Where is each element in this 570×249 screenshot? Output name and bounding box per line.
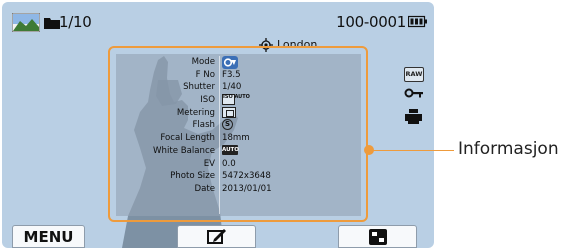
info-value: 5472x3648 bbox=[222, 171, 271, 182]
landscape-thumbnail-icon bbox=[12, 13, 40, 32]
info-value bbox=[222, 56, 238, 70]
info-value bbox=[222, 106, 236, 120]
flash-icon: S bbox=[222, 119, 233, 131]
info-label: Mode bbox=[191, 57, 215, 67]
info-value: 2013/01/01 bbox=[222, 183, 272, 194]
edit-button[interactable] bbox=[177, 225, 256, 248]
folder-icon bbox=[44, 18, 60, 29]
smart-auto-mode-icon bbox=[222, 56, 238, 69]
info-row-mode: Mode bbox=[116, 56, 361, 69]
print-icon bbox=[405, 109, 422, 124]
info-label: Shutter bbox=[183, 82, 215, 93]
callout-line bbox=[372, 150, 454, 151]
menu-button[interactable]: MENU bbox=[12, 225, 85, 248]
info-label: Photo Size bbox=[170, 171, 215, 182]
info-label: Flash bbox=[192, 120, 215, 131]
edit-icon bbox=[206, 229, 226, 244]
info-row-ev: EV 0.0 bbox=[116, 158, 361, 171]
raw-icon: RAW bbox=[404, 67, 424, 82]
file-number: 100-0001 bbox=[336, 13, 406, 31]
info-row-white-balance: White Balance AUTO bbox=[116, 145, 361, 158]
battery-icon bbox=[408, 15, 427, 28]
info-row-fno: F No F3.5 bbox=[116, 69, 361, 82]
info-row-date: Date 2013/01/01 bbox=[116, 183, 361, 196]
view-mode-button[interactable] bbox=[338, 225, 417, 248]
metering-icon bbox=[222, 106, 236, 118]
info-value: 0.0 bbox=[222, 158, 236, 169]
info-label: White Balance bbox=[153, 145, 215, 156]
iso-auto-icon: ISO AUTO bbox=[222, 94, 250, 106]
info-row-flash: Flash S bbox=[116, 119, 361, 132]
info-value: AUTO bbox=[222, 145, 239, 158]
info-label: EV bbox=[203, 158, 215, 169]
info-value: 1/40 bbox=[222, 82, 242, 93]
protect-key-icon bbox=[404, 88, 423, 98]
info-value: ISO AUTO bbox=[222, 94, 250, 107]
info-row-shutter: Shutter 1/40 bbox=[116, 81, 361, 94]
info-value: S bbox=[222, 119, 233, 132]
image-counter: 1/10 bbox=[59, 13, 92, 31]
info-label: Metering bbox=[176, 107, 215, 118]
info-row-metering: Metering bbox=[116, 106, 361, 120]
top-status-bar: 1/10 100-0001 bbox=[2, 2, 434, 34]
info-label: F No bbox=[195, 69, 215, 80]
info-label: ISO bbox=[200, 95, 215, 106]
white-balance-auto-icon: AUTO bbox=[222, 145, 239, 156]
callout-label: Informasjon bbox=[458, 139, 559, 159]
shooting-info-table: Mode F No F3.5 Shutter 1/40 ISO ISO AUTO… bbox=[116, 56, 361, 196]
info-label: Date bbox=[194, 183, 215, 194]
bottom-button-bar: MENU bbox=[2, 222, 434, 248]
info-row-focal-length: Focal Length 18mm bbox=[116, 132, 361, 145]
info-value: 18mm bbox=[222, 133, 250, 144]
info-row-iso: ISO ISO AUTO bbox=[116, 94, 361, 107]
grid-view-icon bbox=[368, 229, 387, 245]
info-label: Focal Length bbox=[160, 133, 215, 144]
info-row-photo-size: Photo Size 5472x3648 bbox=[116, 170, 361, 183]
info-value: F3.5 bbox=[222, 69, 241, 80]
